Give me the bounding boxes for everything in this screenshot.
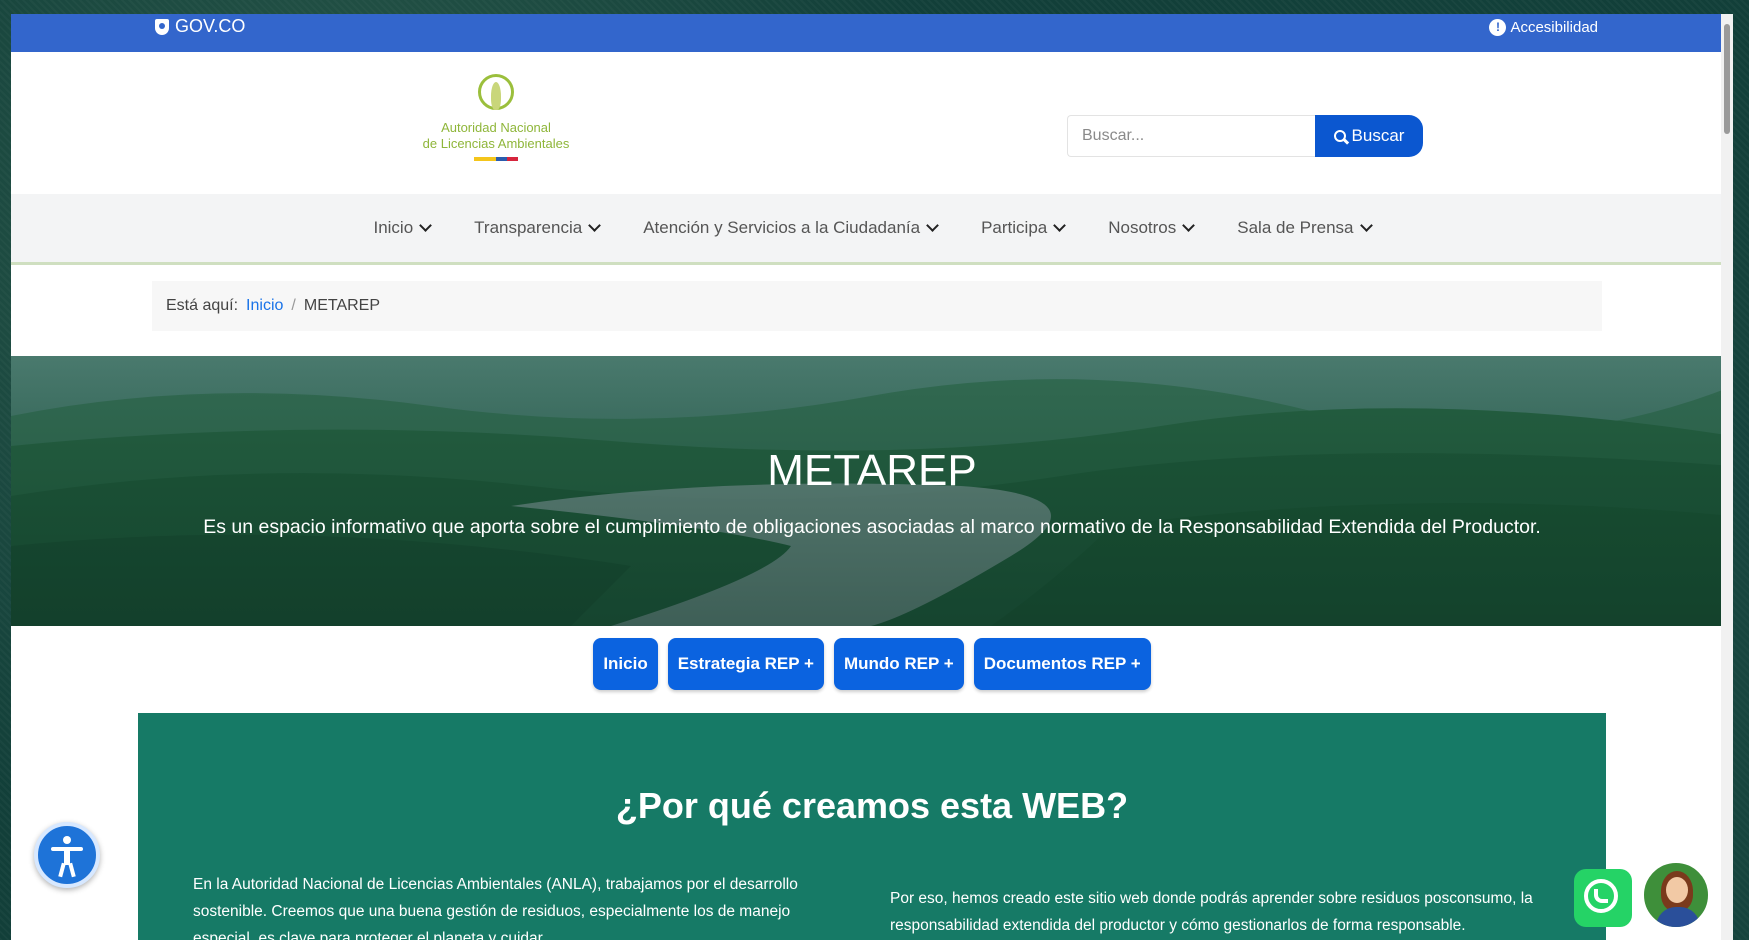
nav-label: Sala de Prensa bbox=[1237, 218, 1354, 237]
why-section: ¿Por qué creamos esta WEB? En la Autorid… bbox=[138, 713, 1606, 940]
gov-bar: GOV.CO ! Accesibilidad bbox=[11, 14, 1733, 52]
nav-label: Transparencia bbox=[474, 218, 583, 237]
tab-inicio[interactable]: Inicio bbox=[593, 638, 658, 690]
nav-label: Nosotros bbox=[1108, 218, 1177, 237]
breadcrumb-separator: / bbox=[291, 297, 296, 314]
whatsapp-button[interactable] bbox=[1574, 869, 1632, 927]
nav-item-atencion[interactable]: Atención y Servicios a la Ciudadanía bbox=[643, 218, 939, 238]
gov-co-link[interactable]: GOV.CO bbox=[155, 16, 245, 37]
page-scrollbar[interactable] bbox=[1721, 14, 1733, 940]
nav-item-nosotros[interactable]: Nosotros bbox=[1108, 218, 1196, 238]
anla-emblem-icon bbox=[474, 74, 518, 120]
anla-logo[interactable]: Autoridad Nacional de Licencias Ambienta… bbox=[391, 74, 601, 174]
section-paragraph-1: En la Autoridad Nacional de Licencias Am… bbox=[193, 876, 798, 940]
breadcrumb-current: METAREP bbox=[303, 297, 381, 314]
logo-line2: de Licencias Ambientales bbox=[422, 136, 570, 151]
nav-label: Inicio bbox=[373, 218, 414, 237]
browser-viewport: GOV.CO ! Accesibilidad Autoridad Naciona… bbox=[11, 14, 1733, 940]
section-title: ¿Por qué creamos esta WEB? bbox=[615, 785, 1129, 826]
search-icon bbox=[1333, 130, 1346, 142]
nav-item-participa[interactable]: Participa bbox=[981, 218, 1067, 238]
search-bar: Buscar bbox=[1067, 115, 1431, 157]
chevron-down-icon bbox=[588, 219, 602, 232]
chevron-down-icon bbox=[1053, 219, 1067, 232]
info-icon: ! bbox=[1489, 19, 1507, 36]
tab-estrategia-rep[interactable]: Estrategia REP + bbox=[667, 638, 824, 690]
nav-item-inicio[interactable]: Inicio bbox=[373, 218, 433, 238]
nav-item-transparencia[interactable]: Transparencia bbox=[474, 218, 602, 238]
tab-mundo-rep[interactable]: Mundo REP + bbox=[833, 638, 964, 690]
gov-shield-icon bbox=[155, 18, 169, 35]
chevron-down-icon bbox=[1359, 219, 1373, 232]
logo-line1: Autoridad Nacional bbox=[441, 120, 551, 135]
hero-banner: METAREP Es un espacio informativo que ap… bbox=[11, 356, 1733, 626]
breadcrumb-home-link[interactable]: Inicio bbox=[246, 297, 283, 315]
accessibility-widget-button[interactable] bbox=[34, 822, 100, 888]
accessibility-label: Accesibilidad bbox=[1510, 19, 1598, 36]
site-header: Autoridad Nacional de Licencias Ambienta… bbox=[11, 52, 1733, 208]
chevron-down-icon bbox=[1182, 219, 1196, 232]
nav-item-sala-de-prensa[interactable]: Sala de Prensa bbox=[1237, 218, 1373, 238]
gov-co-label: GOV.CO bbox=[175, 16, 246, 36]
search-button[interactable]: Buscar bbox=[1315, 115, 1423, 157]
hero-title: METAREP bbox=[767, 446, 977, 495]
chevron-down-icon bbox=[926, 219, 939, 232]
section-tabs: Inicio Estrategia REP + Mundo REP + Docu… bbox=[11, 638, 1733, 690]
chat-assistant-avatar[interactable] bbox=[1641, 860, 1711, 930]
scrollbar-thumb[interactable] bbox=[1724, 24, 1730, 134]
nav-label: Participa bbox=[981, 218, 1048, 237]
breadcrumb: Está aquí: Inicio / METAREP bbox=[152, 281, 1602, 331]
section-paragraph-2: Por eso, hemos creado este sitio web don… bbox=[890, 890, 1533, 934]
accessibility-person-icon bbox=[63, 836, 71, 844]
search-input[interactable] bbox=[1067, 115, 1315, 157]
flag-stripe bbox=[474, 157, 518, 161]
breadcrumb-prefix: Está aquí: bbox=[166, 297, 239, 314]
tab-documentos-rep[interactable]: Documentos REP + bbox=[973, 638, 1151, 690]
accessibility-link[interactable]: ! Accesibilidad bbox=[1489, 19, 1598, 36]
main-nav: Inicio Transparencia Atención y Servicio… bbox=[11, 194, 1733, 265]
hero-subtitle: Es un espacio informativo que aporta sob… bbox=[203, 516, 1541, 538]
chevron-down-icon bbox=[419, 219, 433, 232]
nav-label: Atención y Servicios a la Ciudadanía bbox=[643, 218, 921, 237]
search-button-label: Buscar bbox=[1351, 126, 1405, 145]
